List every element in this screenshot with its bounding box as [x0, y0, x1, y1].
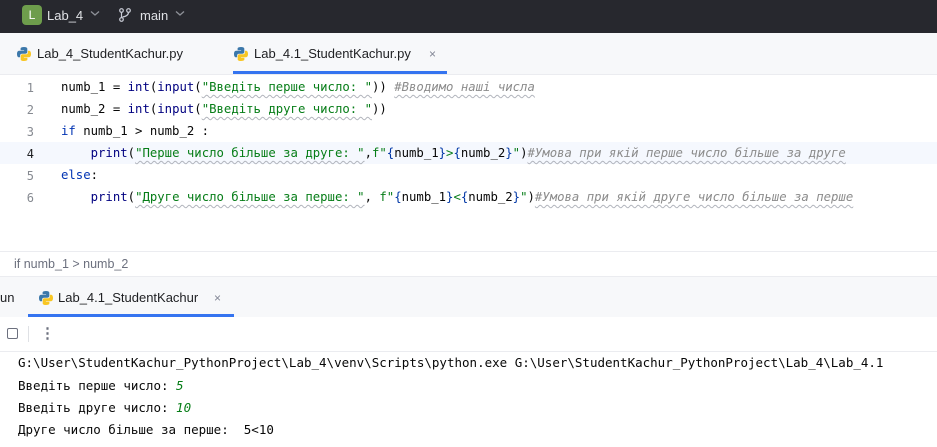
python-file-icon: [39, 291, 53, 305]
title-bar: L Lab_4 main: [0, 0, 937, 33]
console-line: Введіть перше число: 5: [18, 378, 184, 393]
run-window-title: un: [0, 290, 15, 305]
code-line-4[interactable]: print("Перше число більше за друге: ",f"…: [61, 146, 846, 160]
console-line: Введіть друге число: 10: [18, 400, 192, 415]
line-number: 1: [26, 81, 34, 95]
project-badge[interactable]: L: [22, 5, 42, 25]
code-comment: #Умова при якій перше число більше за др…: [527, 146, 846, 160]
code-comment: #Вводимо наші числа: [394, 80, 535, 94]
console-result-line: Друге число більше за перше: 5<10: [18, 422, 274, 437]
console-output[interactable]: G:\User\StudentKachur_PythonProject\Lab_…: [0, 352, 937, 447]
more-options-icon[interactable]: ⋮: [40, 324, 55, 342]
chevron-down-icon[interactable]: [89, 7, 101, 19]
code-line-2[interactable]: numb_2 = int(input("Введіть друге число:…: [61, 102, 387, 116]
run-config-tab[interactable]: Lab_4.1_StudentKachur: [58, 290, 198, 305]
code-line-6[interactable]: print("Друге число більше за перше: ", f…: [61, 190, 854, 204]
breadcrumb-bar: if numb_1 > numb_2: [0, 251, 937, 276]
close-icon[interactable]: ×: [214, 291, 221, 305]
code-line-5[interactable]: else:: [61, 168, 98, 182]
user-input-value: 5: [176, 378, 184, 393]
branch-name[interactable]: main: [140, 8, 168, 23]
breadcrumb[interactable]: if numb_1 > numb_2: [14, 257, 128, 271]
chevron-down-icon[interactable]: [174, 7, 186, 19]
code-comment: #Умова при якій друге число більше за пе…: [534, 190, 854, 204]
line-number-gutter: 1 2 3 4 5 6: [0, 75, 48, 251]
line-number: 4: [26, 147, 34, 161]
line-number: 5: [26, 169, 34, 183]
python-file-icon: [234, 47, 248, 61]
run-tool-window-header: un Lab_4.1_StudentKachur ×: [0, 276, 937, 317]
close-icon[interactable]: ×: [429, 47, 436, 61]
line-number: 3: [26, 125, 34, 139]
python-file-icon: [17, 47, 31, 61]
tab-label: Lab_4.1_StudentKachur.py: [254, 46, 411, 61]
line-number: 2: [26, 103, 34, 117]
editor-tab-bar: Lab_4_StudentKachur.py Lab_4.1_StudentKa…: [0, 33, 937, 75]
active-tab-indicator: [233, 71, 447, 74]
line-number: 6: [26, 191, 34, 205]
tab-lab-4-1-studentkachur[interactable]: Lab_4.1_StudentKachur.py ×: [233, 33, 447, 74]
toolbar-divider: [28, 326, 29, 342]
stop-icon[interactable]: [7, 328, 18, 339]
branch-icon: [119, 8, 131, 22]
code-editor[interactable]: 1 2 3 4 5 6 numb_1 = int(input("Введіть …: [0, 75, 937, 251]
console-toolbar: ⋮: [0, 317, 937, 352]
project-name[interactable]: Lab_4: [47, 8, 83, 23]
user-input-value: 10: [176, 400, 192, 415]
code-line-1[interactable]: numb_1 = int(input("Введіть перше число:…: [61, 80, 535, 94]
console-command-line: G:\User\StudentKachur_PythonProject\Lab_…: [18, 355, 884, 370]
tab-label: Lab_4_StudentKachur.py: [37, 46, 184, 61]
tab-lab-4-studentkachur[interactable]: Lab_4_StudentKachur.py: [16, 33, 206, 74]
code-line-3[interactable]: if numb_1 > numb_2 :: [61, 124, 209, 138]
